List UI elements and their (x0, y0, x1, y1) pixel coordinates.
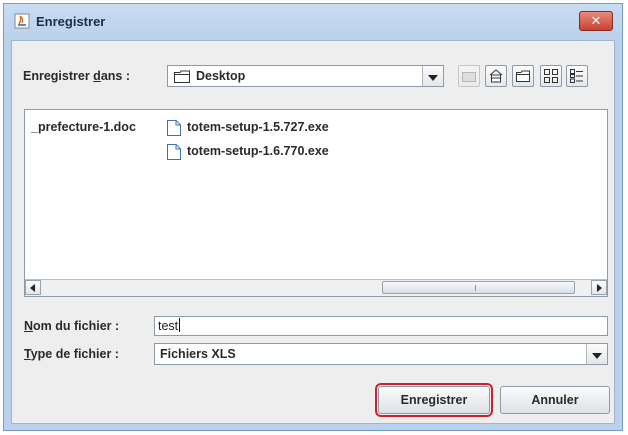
file-list[interactable]: _prefecture-1.doc totem-setup-1.5.727.ex… (24, 109, 608, 297)
new-folder-icon (516, 70, 530, 82)
filename-label: Nom du fichier : (24, 319, 120, 333)
home-icon (489, 69, 503, 83)
list-view-icon (544, 69, 558, 83)
chevron-down-icon[interactable] (422, 66, 443, 86)
list-item[interactable]: totem-setup-1.6.770.exe (167, 142, 329, 160)
details-view-button[interactable] (566, 65, 588, 87)
new-folder-button[interactable] (512, 65, 534, 87)
details-view-icon (570, 69, 583, 83)
save-in-label: Enregistrer dans : (23, 69, 130, 83)
text-caret (179, 318, 181, 332)
scroll-left-button[interactable] (25, 280, 41, 295)
close-icon: ✕ (590, 13, 602, 28)
save-button[interactable]: Enregistrer (375, 383, 493, 417)
java-app-icon (14, 13, 30, 29)
folder-icon (174, 70, 190, 83)
dialog-title: Enregistrer (36, 14, 106, 29)
filetype-value: Fichiers XLS (160, 347, 236, 361)
home-button[interactable] (485, 65, 507, 87)
title-bar[interactable]: Enregistrer ✕ (4, 4, 622, 40)
list-view-button[interactable] (540, 65, 562, 87)
horizontal-scrollbar[interactable] (25, 279, 607, 296)
list-item[interactable]: _prefecture-1.doc (31, 118, 136, 136)
folder-up-icon (462, 72, 476, 82)
file-icon (167, 119, 181, 136)
filename-input[interactable]: test (154, 316, 608, 336)
chevron-down-icon[interactable] (586, 344, 607, 364)
dialog-body: Enregistrer dans : Desktop _prefecture-1… (11, 40, 615, 424)
save-in-value: Desktop (196, 69, 246, 83)
list-item[interactable]: totem-setup-1.5.727.exe (167, 118, 329, 136)
save-dialog: Enregistrer ✕ Enregistrer dans : Desktop (3, 3, 623, 431)
file-icon (167, 143, 181, 160)
save-in-combo[interactable]: Desktop (167, 65, 444, 87)
cancel-button[interactable]: Annuler (500, 386, 610, 414)
filetype-select[interactable]: Fichiers XLS (154, 343, 608, 365)
up-folder-button[interactable] (458, 65, 480, 87)
close-button[interactable]: ✕ (579, 11, 613, 31)
scroll-right-button[interactable] (591, 280, 607, 295)
filetype-label: Type de fichier : (24, 347, 119, 361)
scrollbar-thumb[interactable] (382, 281, 575, 294)
